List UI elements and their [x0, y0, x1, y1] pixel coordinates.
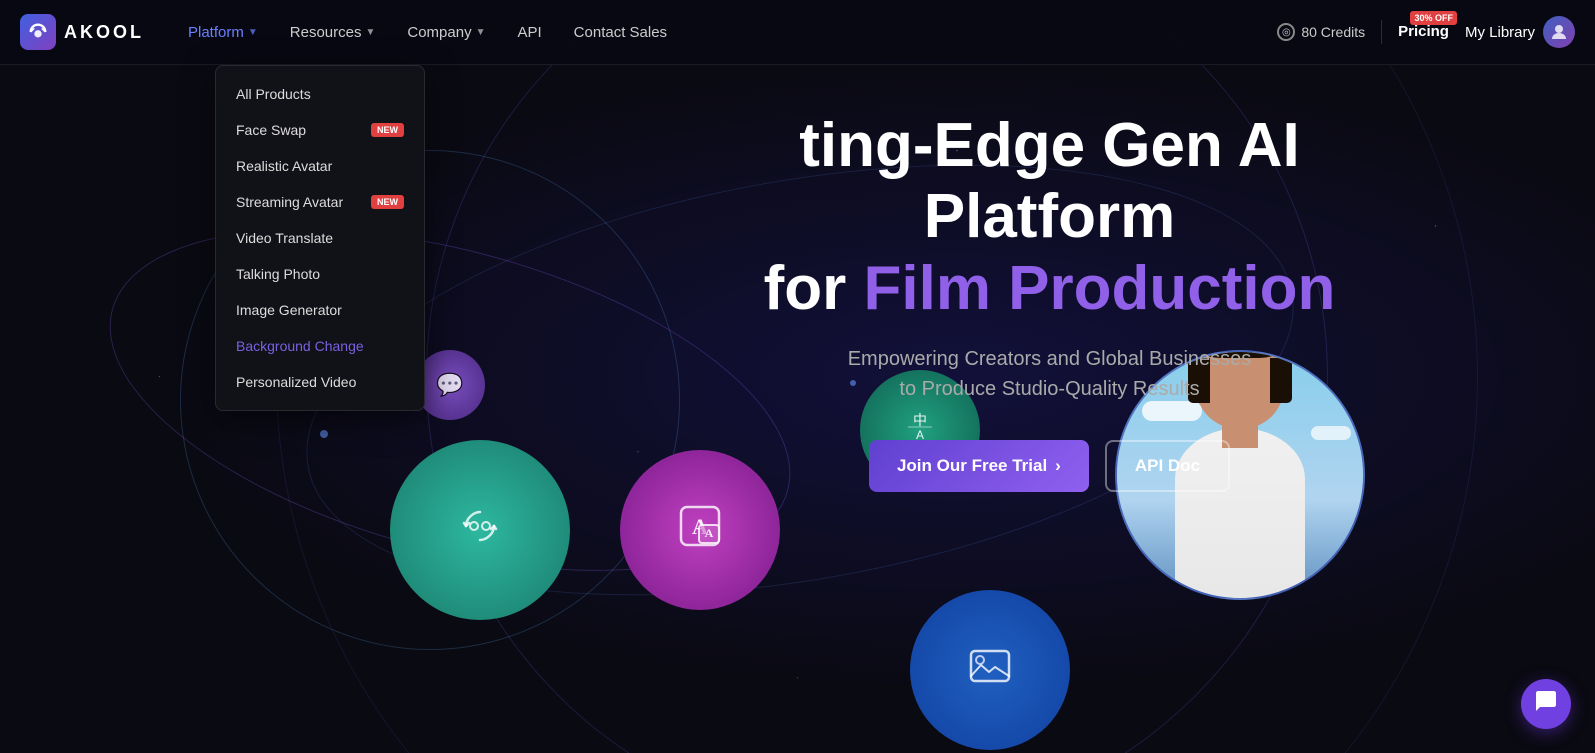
user-avatar: [1543, 16, 1575, 48]
chat-support-button[interactable]: [1521, 679, 1571, 729]
hero-buttons: Join Our Free Trial › API Doc: [690, 440, 1410, 492]
logo-icon: [20, 14, 56, 50]
logo[interactable]: AKOOL: [20, 14, 144, 50]
hero-title: ting-Edge Gen AI Platform for Film Produ…: [690, 110, 1410, 324]
platform-dropdown: All Products Face Swap New Realistic Ava…: [215, 65, 425, 411]
discount-tag: 30% OFF: [1410, 11, 1457, 25]
company-chevron-icon: ▼: [476, 27, 486, 38]
hero-subtitle: Empowering Creators and Global Businesse…: [690, 344, 1410, 404]
orbit-dot-1: [320, 430, 328, 438]
dropdown-item-video-translate[interactable]: Video Translate: [216, 220, 424, 256]
api-doc-button[interactable]: API Doc: [1105, 440, 1230, 492]
credits-coin-icon: ◎: [1277, 23, 1295, 41]
nav-contact[interactable]: Contact Sales: [560, 16, 681, 49]
letter-a-icon: A A: [675, 501, 725, 559]
dropdown-item-streaming-avatar[interactable]: Streaming Avatar New: [216, 184, 424, 220]
chat-icon: [1534, 689, 1558, 719]
dropdown-item-personalized-video[interactable]: Personalized Video: [216, 364, 424, 400]
navbar: AKOOL Platform ▼ Resources ▼ Company ▼ A…: [0, 0, 1595, 65]
resources-chevron-icon: ▼: [365, 27, 375, 38]
pricing-button[interactable]: 30% OFF Pricing: [1398, 23, 1449, 41]
credits-badge[interactable]: ◎ 80 Credits: [1277, 23, 1365, 41]
orb-teal-large: [390, 440, 570, 620]
my-library-label: My Library: [1465, 24, 1535, 41]
dropdown-item-realistic-avatar[interactable]: Realistic Avatar: [216, 148, 424, 184]
image-background-icon: [965, 641, 1015, 699]
arrow-right-icon: ›: [1055, 456, 1061, 476]
orb-blue-large: [910, 590, 1070, 750]
nav-items: Platform ▼ Resources ▼ Company ▼ API Con…: [174, 16, 1277, 49]
nav-platform[interactable]: Platform ▼: [174, 16, 272, 49]
hero-title-line1: ting-Edge Gen AI Platform: [799, 111, 1300, 251]
nav-api[interactable]: API: [503, 16, 555, 49]
streaming-avatar-new-badge: New: [371, 195, 404, 209]
logo-text: AKOOL: [64, 22, 144, 43]
face-swap-new-badge: New: [371, 123, 404, 137]
pricing-label: Pricing: [1398, 23, 1449, 40]
dropdown-item-face-swap[interactable]: Face Swap New: [216, 112, 424, 148]
chat-bubble-icon: 💬: [436, 372, 463, 398]
credits-label: 80 Credits: [1301, 24, 1365, 40]
dropdown-item-image-generator[interactable]: Image Generator: [216, 292, 424, 328]
svg-text:A: A: [705, 526, 714, 540]
dropdown-item-talking-photo[interactable]: Talking Photo: [216, 256, 424, 292]
dollar-swap-icon: [458, 504, 502, 556]
hero-title-highlight: Film Production: [864, 254, 1336, 323]
hero-content: ting-Edge Gen AI Platform for Film Produ…: [690, 110, 1410, 492]
nav-divider: [1381, 20, 1382, 44]
hero-title-line2-plain: for: [764, 254, 864, 323]
nav-resources[interactable]: Resources ▼: [276, 16, 390, 49]
dropdown-item-background-change[interactable]: Background Change: [216, 328, 424, 364]
nav-company[interactable]: Company ▼: [393, 16, 499, 49]
dropdown-item-all-products[interactable]: All Products: [216, 76, 424, 112]
join-free-trial-button[interactable]: Join Our Free Trial ›: [869, 440, 1089, 492]
my-library-button[interactable]: My Library: [1465, 16, 1575, 48]
orb-purple-small: 💬: [415, 350, 485, 420]
nav-right: ◎ 80 Credits 30% OFF Pricing My Library: [1277, 16, 1575, 48]
platform-chevron-icon: ▼: [248, 27, 258, 38]
